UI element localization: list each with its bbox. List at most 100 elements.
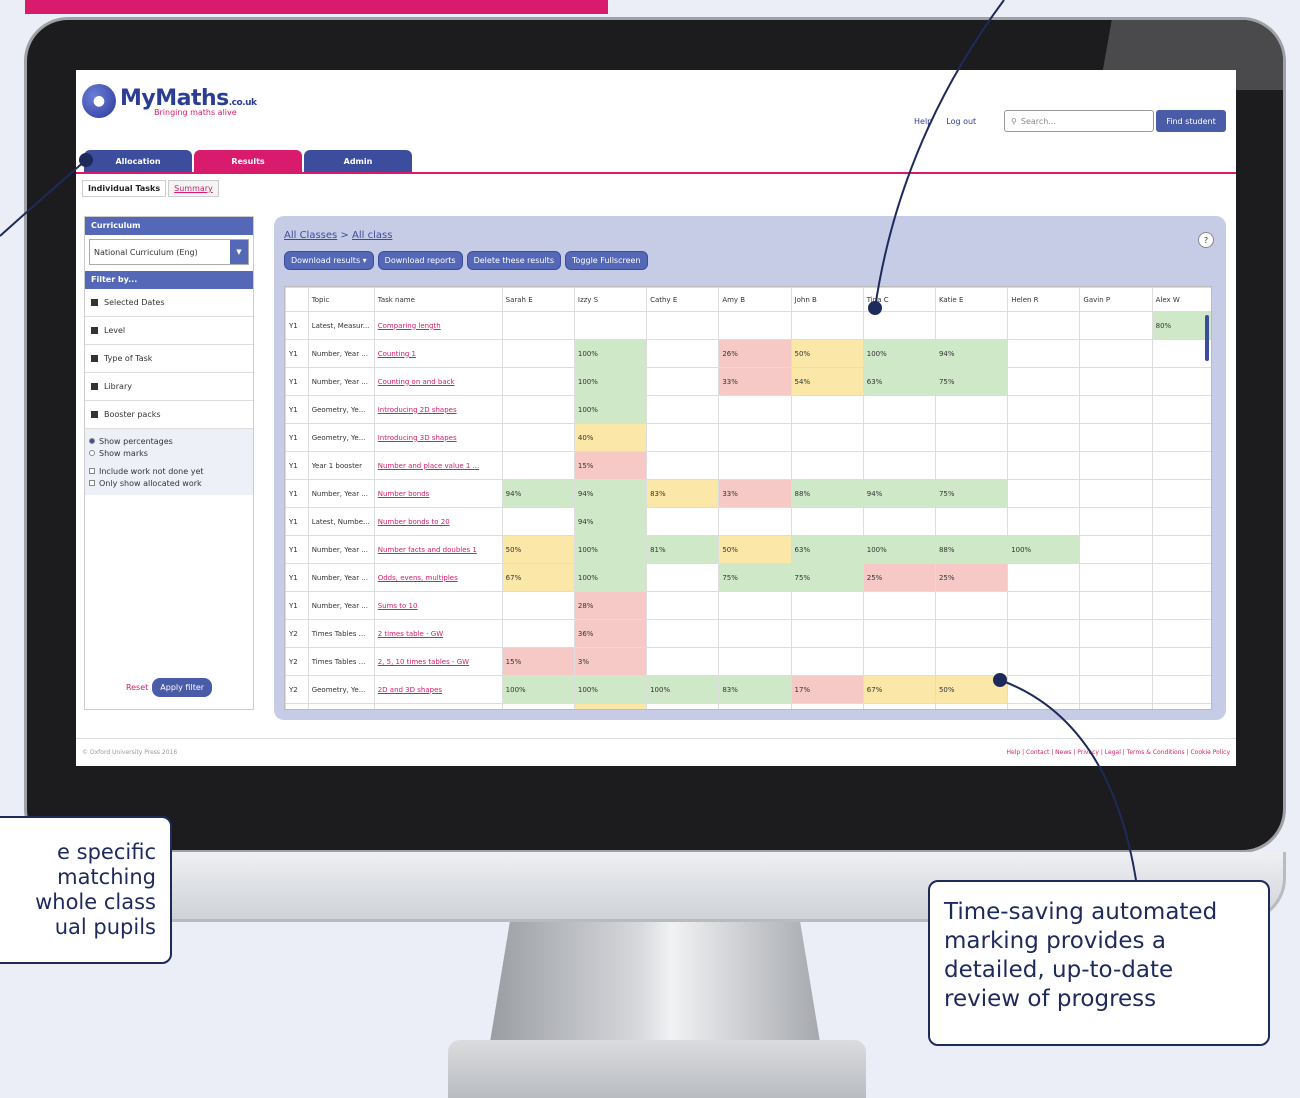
score-cell[interactable]: 94%: [862, 479, 936, 508]
score-cell[interactable]: 100%: [862, 535, 936, 564]
find-student-button[interactable]: Find student: [1156, 110, 1226, 132]
show-percentages-option[interactable]: Show percentages: [89, 435, 249, 447]
filter-booster-packs[interactable]: Booster packs: [85, 401, 253, 429]
task-link[interactable]: 2, 5, 10 times tables - GW: [373, 647, 503, 676]
logout-link[interactable]: Log out: [946, 117, 976, 126]
score-cell[interactable]: 94%: [501, 479, 575, 508]
score-cell[interactable]: 100%: [573, 675, 648, 704]
score-cell[interactable]: 50%: [790, 339, 864, 368]
include-not-done-option[interactable]: Include work not done yet: [89, 465, 249, 477]
score-cell[interactable]: 33%: [718, 479, 792, 508]
score-cell[interactable]: 94%: [573, 479, 648, 508]
task-link[interactable]: Introducing 2D shapes: [373, 395, 503, 424]
task-link[interactable]: 2 times table - GW: [373, 619, 503, 648]
task-link[interactable]: Number and place value 1 ...: [373, 451, 503, 480]
task-link[interactable]: Add single digits: [373, 703, 503, 709]
only-allocated-option[interactable]: Only show allocated work: [89, 477, 249, 489]
score-cell[interactable]: 100%: [501, 675, 575, 704]
delete-results-button[interactable]: Delete these results: [466, 251, 561, 270]
score-cell[interactable]: 75%: [790, 563, 864, 592]
task-link[interactable]: Number bonds: [373, 479, 503, 508]
search-input[interactable]: ⚲ Search...: [1004, 110, 1154, 132]
score-cell[interactable]: 94%: [934, 339, 1009, 368]
score-cell[interactable]: 67%: [501, 563, 575, 592]
score-cell[interactable]: 17%: [790, 675, 864, 704]
score-cell[interactable]: 3%: [573, 647, 648, 676]
task-link[interactable]: Number bonds to 20: [373, 507, 503, 536]
column-header[interactable]: Izzy S: [573, 287, 648, 312]
curriculum-select[interactable]: National Curriculum (Eng) ▼: [89, 239, 249, 265]
score-cell[interactable]: 75%: [934, 367, 1009, 396]
tab-allocation[interactable]: Allocation: [84, 150, 192, 172]
score-cell[interactable]: 50%: [934, 675, 1009, 704]
score-cell[interactable]: 15%: [573, 451, 648, 480]
column-header[interactable]: Cathy E: [646, 287, 720, 312]
score-cell[interactable]: 25%: [862, 563, 936, 592]
score-cell[interactable]: 15%: [501, 647, 575, 676]
score-cell[interactable]: 25%: [934, 563, 1009, 592]
score-cell[interactable]: 83%: [718, 675, 792, 704]
score-cell[interactable]: 75%: [718, 563, 792, 592]
filter-type-of-task[interactable]: Type of Task: [85, 345, 253, 373]
column-header[interactable]: John B: [790, 287, 864, 312]
score-cell[interactable]: 88%: [790, 479, 864, 508]
score-cell[interactable]: 100%: [573, 563, 648, 592]
score-cell[interactable]: 26%: [718, 339, 792, 368]
breadcrumb-all-classes[interactable]: All Classes: [284, 230, 337, 241]
column-header[interactable]: Gavin P: [1079, 287, 1153, 312]
score-cell[interactable]: 54%: [790, 367, 864, 396]
score-cell[interactable]: 75%: [934, 479, 1009, 508]
download-reports-button[interactable]: Download reports: [377, 251, 463, 270]
toggle-fullscreen-button[interactable]: Toggle Fullscreen: [564, 251, 648, 270]
filter-selected-dates[interactable]: Selected Dates: [85, 289, 253, 317]
column-header[interactable]: Katie E: [934, 287, 1009, 312]
column-header[interactable]: Amy B: [718, 287, 792, 312]
score-cell[interactable]: 40%: [573, 423, 648, 452]
show-marks-option[interactable]: Show marks: [89, 447, 249, 459]
score-cell[interactable]: 100%: [573, 395, 648, 424]
score-cell[interactable]: 100%: [573, 339, 648, 368]
column-header[interactable]: Tina C: [862, 287, 936, 312]
score-cell[interactable]: 94%: [573, 507, 648, 536]
score-cell[interactable]: 88%: [934, 535, 1009, 564]
score-cell[interactable]: 80%: [1151, 311, 1211, 340]
task-link[interactable]: Comparing length: [373, 311, 503, 340]
column-header[interactable]: Sarah E: [501, 287, 575, 312]
task-link[interactable]: Counting on and back: [373, 367, 503, 396]
chevron-down-icon[interactable]: ▼: [230, 240, 248, 264]
subtab-individual-tasks[interactable]: Individual Tasks: [82, 180, 167, 197]
score-cell[interactable]: 63%: [862, 367, 936, 396]
download-results-button[interactable]: Download results ▾: [284, 251, 374, 270]
help-link[interactable]: Help: [914, 117, 932, 126]
score-cell[interactable]: 67%: [862, 675, 936, 704]
score-cell[interactable]: 100%: [573, 367, 648, 396]
footer-links[interactable]: Help | Contact | News | Privacy | Legal …: [1006, 749, 1230, 756]
column-header[interactable]: Alex W: [1151, 287, 1211, 312]
mymaths-logo[interactable]: ● MyMaths.co.uk Bringing maths alive: [82, 84, 257, 118]
task-link[interactable]: Counting 1: [373, 339, 503, 368]
score-cell[interactable]: 50%: [718, 535, 792, 564]
tab-results[interactable]: Results: [194, 150, 302, 172]
task-link[interactable]: 2D and 3D shapes: [373, 675, 503, 704]
score-cell[interactable]: 63%: [790, 535, 864, 564]
score-cell[interactable]: 81%: [646, 535, 720, 564]
filter-library[interactable]: Library: [85, 373, 253, 401]
breadcrumb-current[interactable]: All class: [352, 230, 392, 241]
score-cell[interactable]: 36%: [573, 619, 648, 648]
results-table-container[interactable]: Topic Task name Sarah E Izzy S Cathy E Amy BJ…: [284, 286, 1212, 710]
subtab-summary[interactable]: Summary: [168, 180, 219, 197]
task-link[interactable]: Sums to 10: [373, 591, 503, 620]
task-link[interactable]: Odds, evens, multiples: [373, 563, 503, 592]
score-cell[interactable]: 100%: [646, 675, 720, 704]
reset-link[interactable]: Reset: [126, 683, 148, 692]
score-cell[interactable]: 100%: [1007, 535, 1081, 564]
score-cell[interactable]: 50%: [501, 535, 575, 564]
filter-level[interactable]: Level: [85, 317, 253, 345]
apply-filter-button[interactable]: Apply filter: [152, 678, 213, 697]
score-cell[interactable]: 100%: [862, 339, 936, 368]
task-link[interactable]: Introducing 3D shapes: [373, 423, 503, 452]
help-icon[interactable]: ?: [1198, 232, 1214, 248]
score-cell[interactable]: 50%: [573, 703, 648, 709]
task-link[interactable]: Number facts and doubles 1: [373, 535, 503, 564]
score-cell[interactable]: 83%: [646, 479, 720, 508]
